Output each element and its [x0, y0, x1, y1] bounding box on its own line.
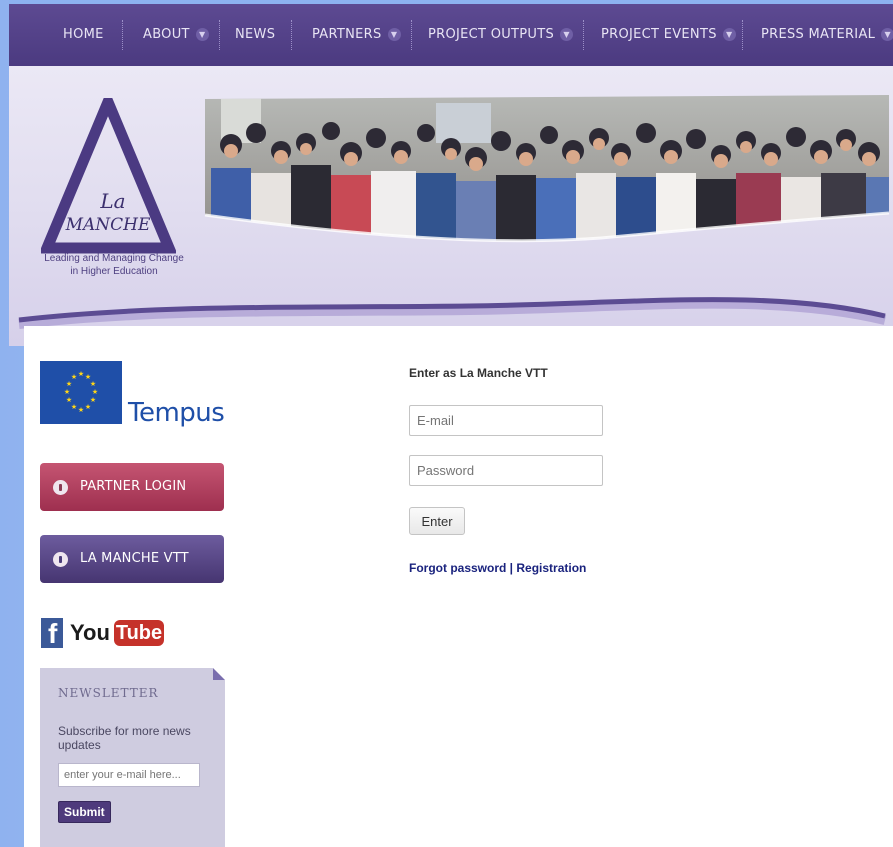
registration-link[interactable]: Registration: [516, 561, 586, 575]
chevron-down-icon: ▼: [560, 28, 574, 41]
svg-text:★: ★: [90, 380, 96, 388]
keyhole-icon: [53, 552, 68, 567]
svg-text:★: ★: [78, 406, 84, 414]
nav-item-project-events[interactable]: PROJECT EVENTS ▼: [601, 4, 736, 66]
nav-item-partners[interactable]: PARTNERS ▼: [312, 4, 401, 66]
newsletter-panel: NEWSLETTER Subscribe for more news updat…: [40, 668, 225, 847]
chevron-down-icon: ▼: [881, 28, 893, 41]
newsletter-submit-button[interactable]: Submit: [58, 801, 111, 823]
svg-text:★: ★: [71, 403, 77, 411]
chevron-down-icon: ▼: [722, 28, 736, 41]
enter-button[interactable]: Enter: [409, 507, 465, 535]
svg-text:★: ★: [92, 388, 98, 396]
page: HOME ABOUT ▼ NEWS PARTNERS ▼ PROJECT OUTPU…: [9, 0, 893, 847]
account-links: Forgot password | Registration: [409, 561, 586, 575]
svg-text:★: ★: [66, 396, 72, 404]
nav-item-press-material[interactable]: PRESS MATERIAL ▼: [761, 4, 893, 66]
tempus-label: Tempus: [128, 398, 225, 428]
group-photo-banner: [204, 95, 890, 243]
facebook-icon[interactable]: f: [41, 618, 63, 649]
partner-login-button[interactable]: PARTNER LOGIN: [40, 463, 224, 511]
la-manche-logo[interactable]: La MANCHE: [41, 98, 176, 258]
svg-text:★: ★: [78, 370, 84, 378]
nav-item-home[interactable]: HOME: [63, 4, 104, 66]
site-header: La MANCHE Leading and Managing Change in…: [9, 66, 893, 346]
svg-text:★: ★: [85, 403, 91, 411]
link-separator: |: [506, 561, 517, 575]
svg-text:MANCHE: MANCHE: [65, 215, 151, 235]
nav-item-project-outputs[interactable]: PROJECT OUTPUTS ▼: [428, 4, 574, 66]
email-field[interactable]: [409, 405, 603, 436]
page-fold-icon: [213, 668, 225, 680]
keyhole-icon: [53, 480, 68, 495]
main-content: ★ ★ ★ ★ ★ ★ ★ ★ ★ ★ ★ ★ Tempus PARTNER LOGIN LA …: [24, 326, 893, 847]
nav-item-about[interactable]: ABOUT ▼: [143, 4, 209, 66]
login-form-title: Enter as La Manche VTT: [409, 366, 548, 380]
tagline: Leading and Managing Change: [44, 253, 184, 264]
eu-flag-icon: ★ ★ ★ ★ ★ ★ ★ ★ ★ ★ ★ ★: [40, 361, 122, 424]
la-manche-vtt-button[interactable]: LA MANCHE VTT: [40, 535, 224, 583]
svg-text:La: La: [99, 189, 125, 213]
forgot-password-link[interactable]: Forgot password: [409, 561, 506, 575]
password-field[interactable]: [409, 455, 603, 486]
svg-text:★: ★: [66, 380, 72, 388]
newsletter-email-input[interactable]: [58, 763, 200, 787]
nav-item-news[interactable]: NEWS: [235, 4, 275, 66]
chevron-down-icon: ▼: [387, 28, 401, 41]
svg-text:★: ★: [64, 388, 70, 396]
newsletter-description: Subscribe for more news updates: [58, 724, 191, 752]
newsletter-title: NEWSLETTER: [58, 686, 159, 700]
main-nav: HOME ABOUT ▼ NEWS PARTNERS ▼ PROJECT OUTPU…: [9, 0, 893, 66]
chevron-down-icon: ▼: [195, 28, 209, 41]
